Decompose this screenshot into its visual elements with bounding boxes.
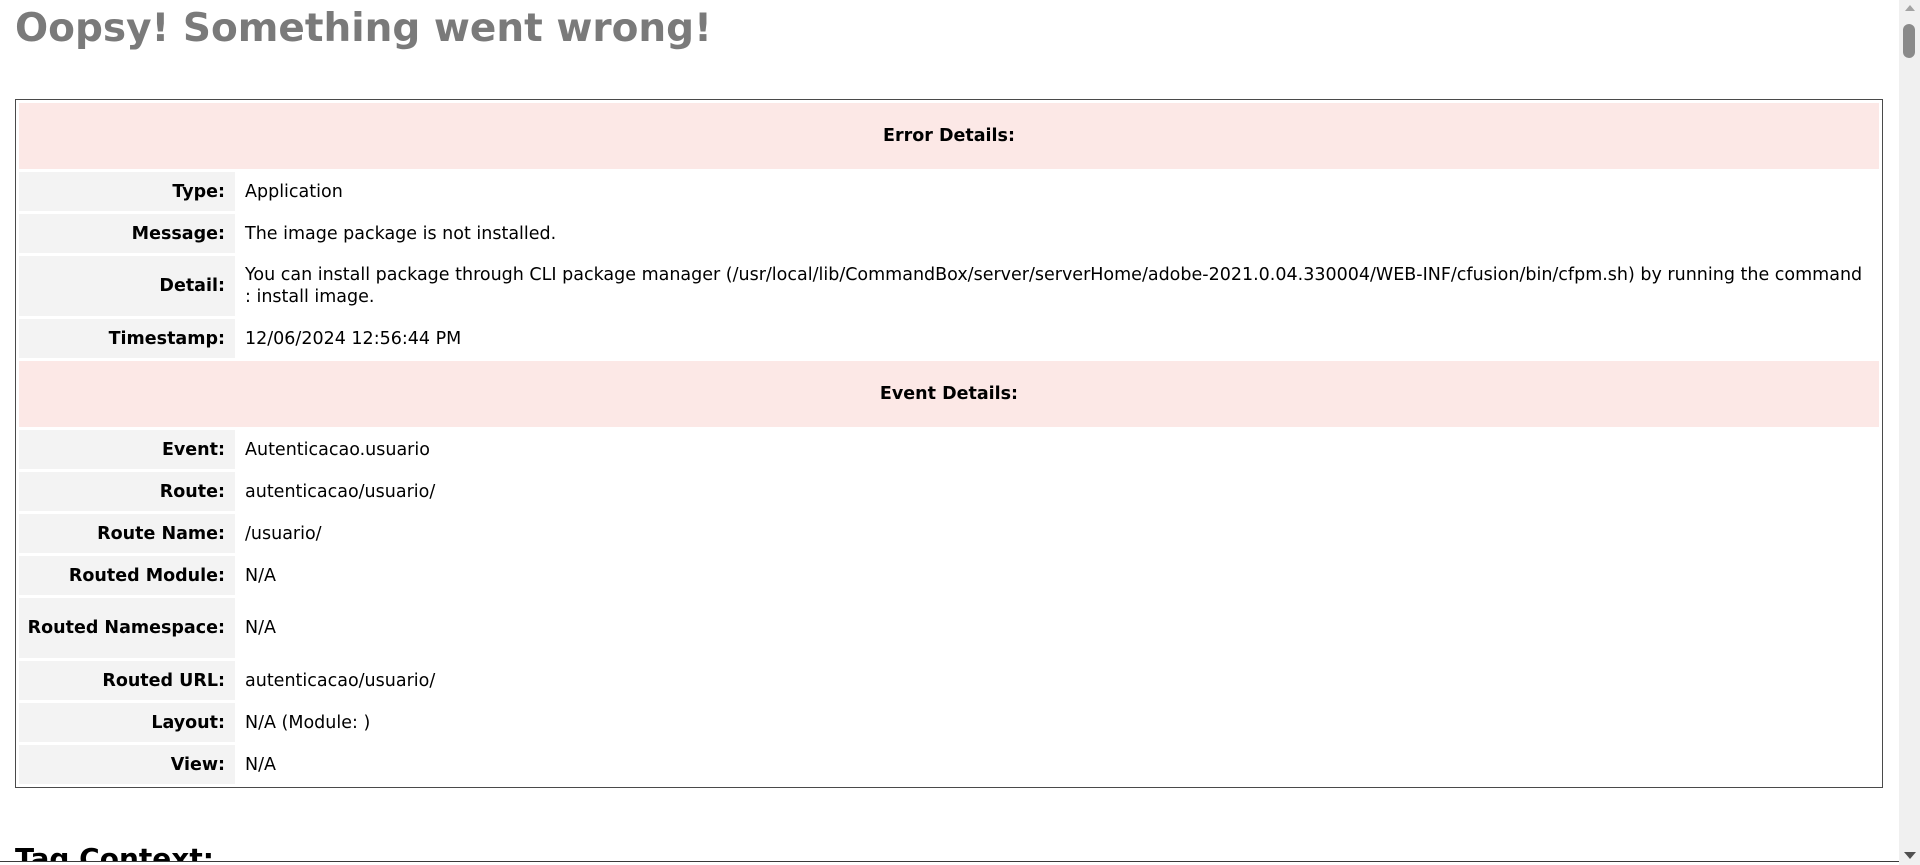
detail-label: Detail: <box>19 256 235 316</box>
scrollbar-thumb[interactable] <box>1903 24 1915 58</box>
table-row: Event: Autenticacao.usuario <box>19 430 1879 469</box>
routed-url-label: Routed URL: <box>19 661 235 700</box>
tag-context-heading: Tag Context: <box>15 842 214 861</box>
scroll-up-arrow-icon[interactable] <box>1905 5 1915 11</box>
page-viewport: Oopsy! Something went wrong! Error Detai… <box>0 0 1899 861</box>
layout-value: N/A (Module: ) <box>238 703 1879 742</box>
viewport-bottom-edge <box>0 861 1899 862</box>
route-label: Route: <box>19 472 235 511</box>
table-row: Routed Namespace: N/A <box>19 598 1879 658</box>
table-row: Routed URL: autenticacao/usuario/ <box>19 661 1879 700</box>
table-row: Routed Module: N/A <box>19 556 1879 595</box>
message-value: The image package is not installed. <box>238 214 1879 253</box>
routed-module-label: Routed Module: <box>19 556 235 595</box>
view-label: View: <box>19 745 235 784</box>
route-name-label: Route Name: <box>19 514 235 553</box>
route-value: autenticacao/usuario/ <box>238 472 1879 511</box>
event-value: Autenticacao.usuario <box>238 430 1879 469</box>
table-row: Type: Application <box>19 172 1879 211</box>
error-details-header-row: Error Details: <box>19 103 1879 169</box>
table-row: Route Name: /usuario/ <box>19 514 1879 553</box>
timestamp-label: Timestamp: <box>19 319 235 358</box>
routed-namespace-label: Routed Namespace: <box>19 598 235 658</box>
timestamp-value: 12/06/2024 12:56:44 PM <box>238 319 1879 358</box>
detail-value: You can install package through CLI pack… <box>238 256 1879 316</box>
scroll-down-arrow-icon[interactable] <box>1904 852 1916 859</box>
type-label: Type: <box>19 172 235 211</box>
event-details-header: Event Details: <box>19 361 1879 427</box>
routed-module-value: N/A <box>238 556 1879 595</box>
routed-url-value: autenticacao/usuario/ <box>238 661 1879 700</box>
table-row: Message: The image package is not instal… <box>19 214 1879 253</box>
table-row: Detail: You can install package through … <box>19 256 1879 316</box>
message-label: Message: <box>19 214 235 253</box>
event-label: Event: <box>19 430 235 469</box>
view-value: N/A <box>238 745 1879 784</box>
type-value: Application <box>238 172 1879 211</box>
event-details-header-row: Event Details: <box>19 361 1879 427</box>
details-table: Error Details: Type: Application Message… <box>15 99 1883 788</box>
error-details-header: Error Details: <box>19 103 1879 169</box>
vertical-scrollbar[interactable] <box>1899 0 1920 865</box>
table-row: Timestamp: 12/06/2024 12:56:44 PM <box>19 319 1879 358</box>
table-row: Layout: N/A (Module: ) <box>19 703 1879 742</box>
layout-label: Layout: <box>19 703 235 742</box>
table-row: View: N/A <box>19 745 1879 784</box>
table-row: Route: autenticacao/usuario/ <box>19 472 1879 511</box>
routed-namespace-value: N/A <box>238 598 1879 658</box>
route-name-value: /usuario/ <box>238 514 1879 553</box>
page-title: Oopsy! Something went wrong! <box>15 6 712 51</box>
